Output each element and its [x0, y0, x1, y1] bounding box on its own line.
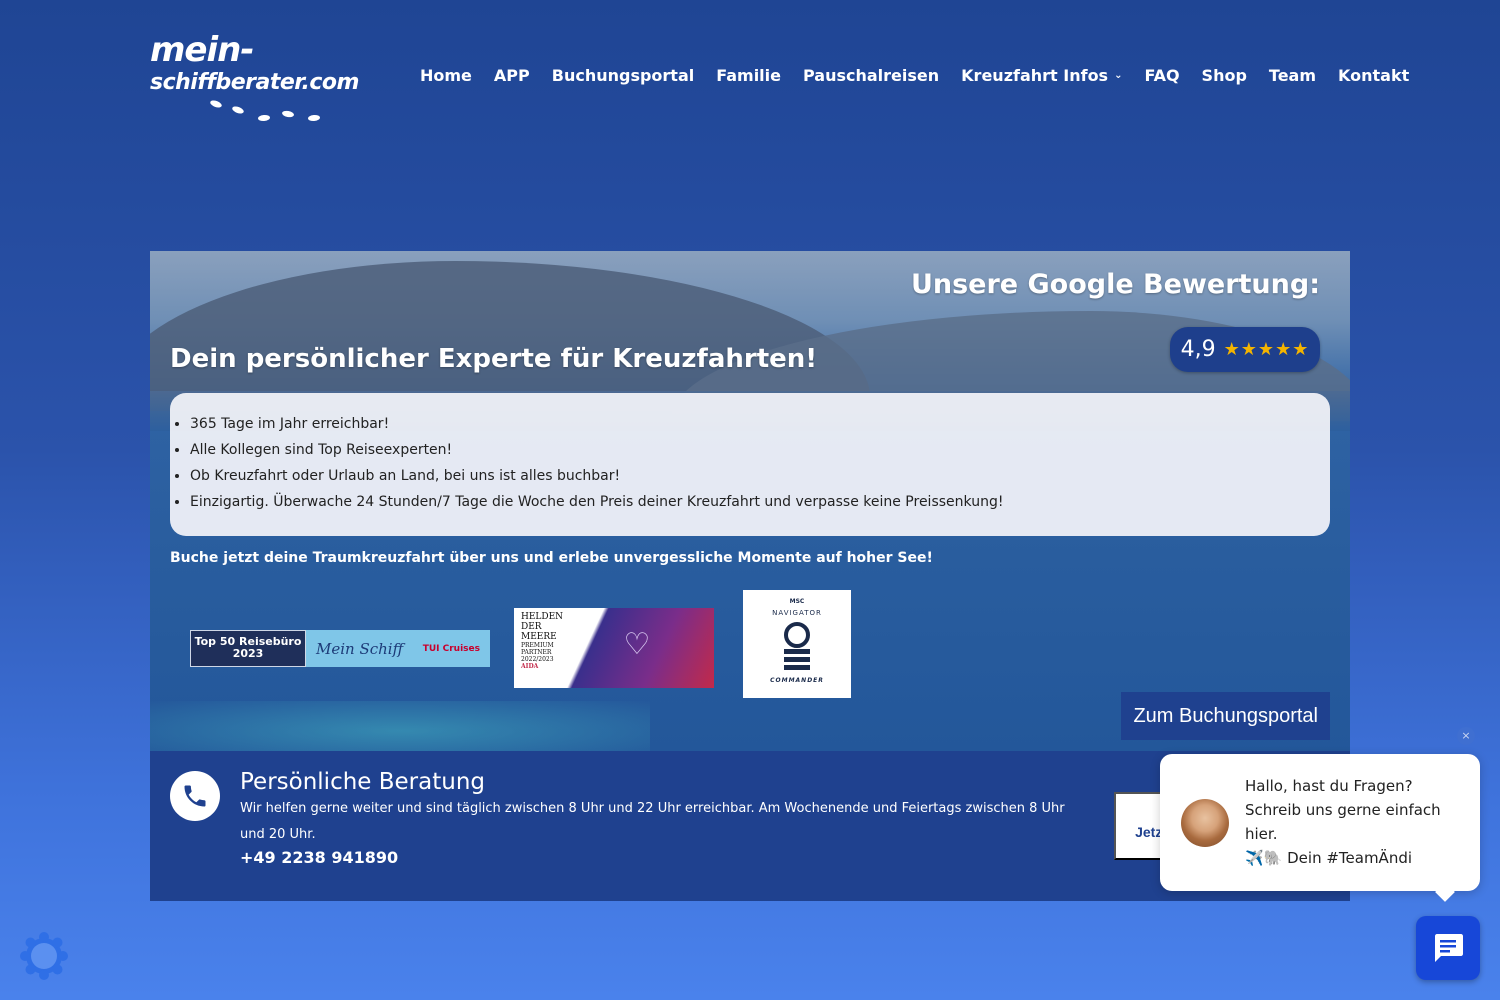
benefit-item: Ob Kreuzfahrt oder Urlaub an Land, bei u… [190, 467, 1310, 485]
main-navigation: Home APP Buchungsportal Familie Pauschal… [420, 66, 1409, 85]
nav-team[interactable]: Team [1269, 66, 1316, 85]
badge-text: PARTNER [521, 649, 552, 656]
benefit-item: Einzigartig. Überwache 24 Stunden/7 Tage… [190, 493, 1310, 511]
consultation-title: Persönliche Beratung [240, 769, 486, 795]
google-rating-title: Unsere Google Bewertung: [910, 269, 1320, 300]
aida-brand-text: AIDA [521, 663, 539, 670]
chat-message-line: ✈️🐘 Dein #TeamÄndi [1245, 849, 1413, 867]
nav-shop[interactable]: Shop [1202, 66, 1247, 85]
nav-buchungsportal[interactable]: Buchungsportal [552, 66, 694, 85]
nav-faq[interactable]: FAQ [1144, 66, 1179, 85]
aida-badge-text: HELDEN DER MEERE PREMIUM PARTNER 2022/20… [521, 612, 563, 670]
badge-text: DER [521, 622, 542, 632]
benefits-box: 365 Tage im Jahr erreichbar! Alle Kolleg… [170, 393, 1330, 536]
logo-text-line2: schiffberater.com [150, 70, 359, 95]
badge-text: MEERE [521, 632, 557, 642]
commander-text: COMMANDER [770, 677, 824, 684]
nav-pauschalreisen[interactable]: Pauschalreisen [803, 66, 939, 85]
msc-navigator-badge: MSC NAVIGATOR COMMANDER [743, 590, 851, 698]
benefit-item: 365 Tage im Jahr erreichbar! [190, 415, 1310, 433]
navigator-emblem-icon [784, 622, 810, 670]
tui-cruises-text: TUI Cruises [422, 643, 480, 654]
footprints-icon [210, 100, 320, 122]
booking-cta-text: Buche jetzt deine Traumkreuzfahrt über u… [170, 550, 933, 566]
mein-schiff-logo: Mein Schiff TUI Cruises [306, 630, 490, 667]
nav-kreuzfahrt-infos-label: Kreuzfahrt Infos [961, 66, 1109, 85]
chat-greeting-message: Hallo, hast du Fragen? Schreib uns gerne… [1245, 774, 1465, 870]
chat-message-line: Schreib uns gerne einfach hier. [1245, 801, 1441, 843]
phone-icon [170, 771, 220, 821]
nav-home[interactable]: Home [420, 66, 472, 85]
phone-number-link[interactable]: +49 2238 941890 [240, 848, 398, 867]
heart-crown-icon: ♡ [623, 627, 651, 662]
rating-value: 4,9 [1180, 337, 1216, 362]
avatar [1181, 799, 1229, 847]
badge-text: PREMIUM [521, 642, 554, 649]
badge-text: 2022/2023 [521, 656, 554, 663]
star-rating-icon: ★★★★★ [1223, 339, 1310, 360]
google-rating-badge[interactable]: 4,9 ★★★★★ [1170, 327, 1320, 372]
booking-portal-button[interactable]: Zum Buchungsportal [1121, 692, 1330, 740]
chat-close-button[interactable]: × [1457, 727, 1475, 745]
consultation-hours-text: Wir helfen gerne weiter und sind täglich… [240, 801, 1065, 842]
chat-greeting-bubble[interactable]: Hallo, hast du Fragen? Schreib uns gerne… [1160, 754, 1480, 902]
chat-icon [1435, 934, 1463, 962]
mein-schiff-text: Mein Schiff [316, 639, 404, 658]
cookie-settings-icon[interactable] [20, 932, 68, 980]
badge-text: HELDEN [521, 612, 564, 622]
chevron-down-icon: ⌄ [1114, 70, 1123, 81]
aida-premium-partner-badge: HELDEN DER MEERE PREMIUM PARTNER 2022/20… [514, 608, 714, 688]
nav-kontakt[interactable]: Kontakt [1338, 66, 1409, 85]
chat-message-line: Hallo, hast du Fragen? [1245, 777, 1413, 795]
bubble-tail [1435, 882, 1455, 902]
navigator-text: NAVIGATOR [772, 609, 822, 617]
top50-year: 2023 [232, 647, 264, 660]
top50-award-badge: Top 50 Reisebüro 2023 Mein Schiff TUI Cr… [190, 630, 490, 667]
hero-section: Unsere Google Bewertung: 4,9 ★★★★★ Dein … [150, 251, 1350, 751]
nav-app[interactable]: APP [494, 66, 530, 85]
chat-open-button[interactable] [1416, 916, 1480, 980]
logo-text-line1: mein- [150, 30, 254, 70]
hero-headline: Dein persönlicher Experte für Kreuzfahrt… [170, 344, 818, 374]
msc-brand-text: MSC [789, 598, 805, 605]
site-logo[interactable]: mein- schiffberater.com [150, 30, 359, 130]
nav-familie[interactable]: Familie [716, 66, 781, 85]
nav-kreuzfahrt-infos[interactable]: Kreuzfahrt Infos ⌄ [961, 66, 1122, 85]
background-water [150, 701, 650, 751]
top50-label: Top 50 Reisebüro 2023 [190, 630, 306, 667]
benefit-item: Alle Kollegen sind Top Reiseexperten! [190, 441, 1310, 459]
